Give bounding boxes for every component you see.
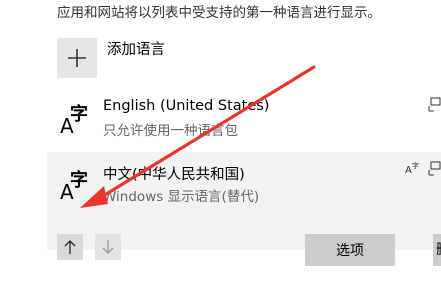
language-name: 中文(中华人民共和国) [103, 167, 245, 183]
language-name: English (United States) [103, 98, 270, 114]
remove-button[interactable]: 删 [433, 234, 441, 266]
arrow-up-icon [64, 240, 76, 254]
language-item-english[interactable]: A 字 English (United States) 只允许使用一种语言包 [47, 88, 441, 144]
keyboard-icon [428, 161, 441, 176]
language-item-chinese[interactable]: A 字 中文(中华人民共和国) Windows 显示语言(替代) A 字 选项 … [47, 152, 441, 266]
options-button[interactable]: 选项 [305, 234, 395, 266]
svg-text:A: A [405, 165, 412, 176]
keyboard-icon [428, 97, 441, 112]
page-description: 应用和网站将以列表中受支持的第一种语言进行显示。 [57, 5, 381, 21]
language-icon: A 字 [60, 104, 88, 138]
add-language-label[interactable]: 添加语言 [107, 38, 165, 59]
plus-icon [68, 49, 86, 67]
language-subtitle: 只允许使用一种语言包 [103, 123, 238, 139]
language-subtitle: Windows 显示语言(替代) [103, 189, 260, 205]
display-language-icon: A 字 [405, 161, 419, 176]
language-icon: A 字 [60, 170, 88, 204]
svg-text:字: 字 [412, 161, 419, 170]
move-up-button[interactable] [57, 234, 83, 260]
add-language-button[interactable] [57, 38, 97, 78]
move-down-button[interactable] [95, 234, 121, 260]
arrow-down-icon [102, 240, 114, 254]
